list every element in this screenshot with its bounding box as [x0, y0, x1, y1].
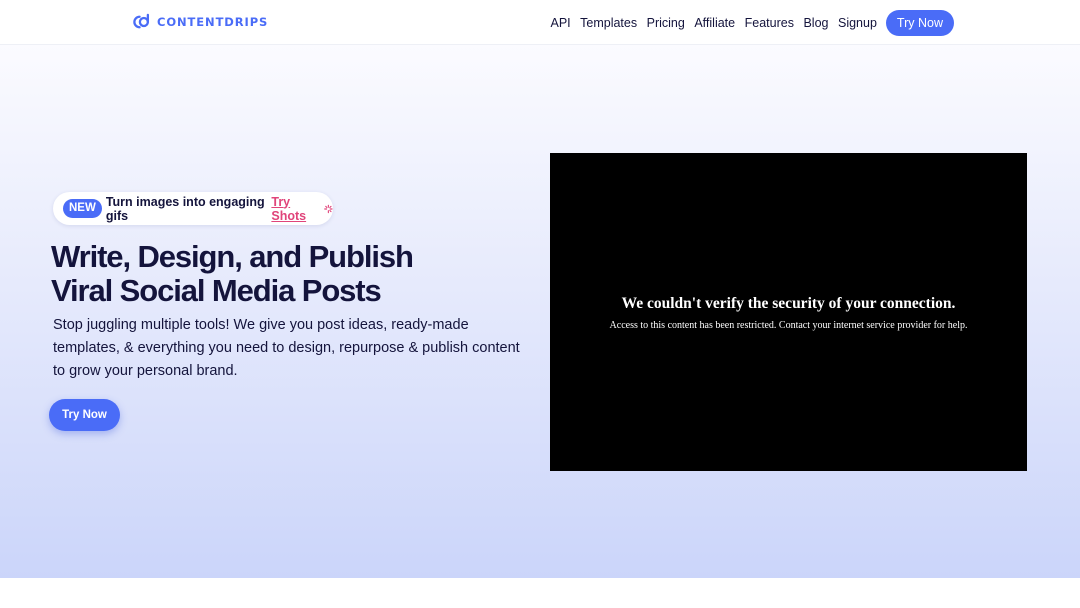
nav-link-signup[interactable]: Signup — [838, 11, 877, 36]
hero-subtext: Stop juggling multiple tools! We give yo… — [53, 317, 520, 379]
try-shots-link[interactable]: Try Shots — [271, 195, 321, 223]
announcement-pill[interactable]: NEW Turn images into engaging gifs Try S… — [53, 192, 333, 225]
nav-link-api[interactable]: API — [550, 11, 570, 36]
embed-error-title: We couldn't verify the security of your … — [621, 295, 956, 312]
nav-try-now-button[interactable]: Try Now — [885, 10, 954, 36]
hero-headline: Write, Design, and Publish Viral Social … — [51, 240, 521, 308]
brand-logo[interactable]: CONTENTDRIPS — [132, 13, 268, 31]
nav-link-features[interactable]: Features — [745, 11, 794, 36]
main-nav: API Templates Pricing Affiliate Features… — [541, 10, 954, 36]
announcement-text: Turn images into engaging gifs — [105, 194, 265, 223]
nav-link-blog[interactable]: Blog — [803, 11, 828, 36]
sparkle-icon — [324, 204, 333, 213]
embed-error-message: Access to this content has been restrict… — [609, 320, 968, 331]
headline-line-2: Viral Social Media Posts — [51, 273, 382, 308]
contentdrips-logo-icon — [133, 13, 150, 29]
hero-try-now-button[interactable]: Try Now — [49, 399, 120, 431]
new-badge: NEW — [63, 199, 102, 218]
headline-line-1: Write, Design, and Publish — [51, 239, 414, 274]
top-navbar: CONTENTDRIPS API Templates Pricing Affil… — [0, 0, 1080, 45]
blocked-embed: We couldn't verify the security of your … — [550, 153, 1027, 471]
nav-link-pricing[interactable]: Pricing — [647, 11, 685, 36]
nav-link-affiliate[interactable]: Affiliate — [694, 11, 735, 36]
nav-link-templates[interactable]: Templates — [580, 11, 637, 36]
brand-name: CONTENTDRIPS — [157, 15, 269, 29]
